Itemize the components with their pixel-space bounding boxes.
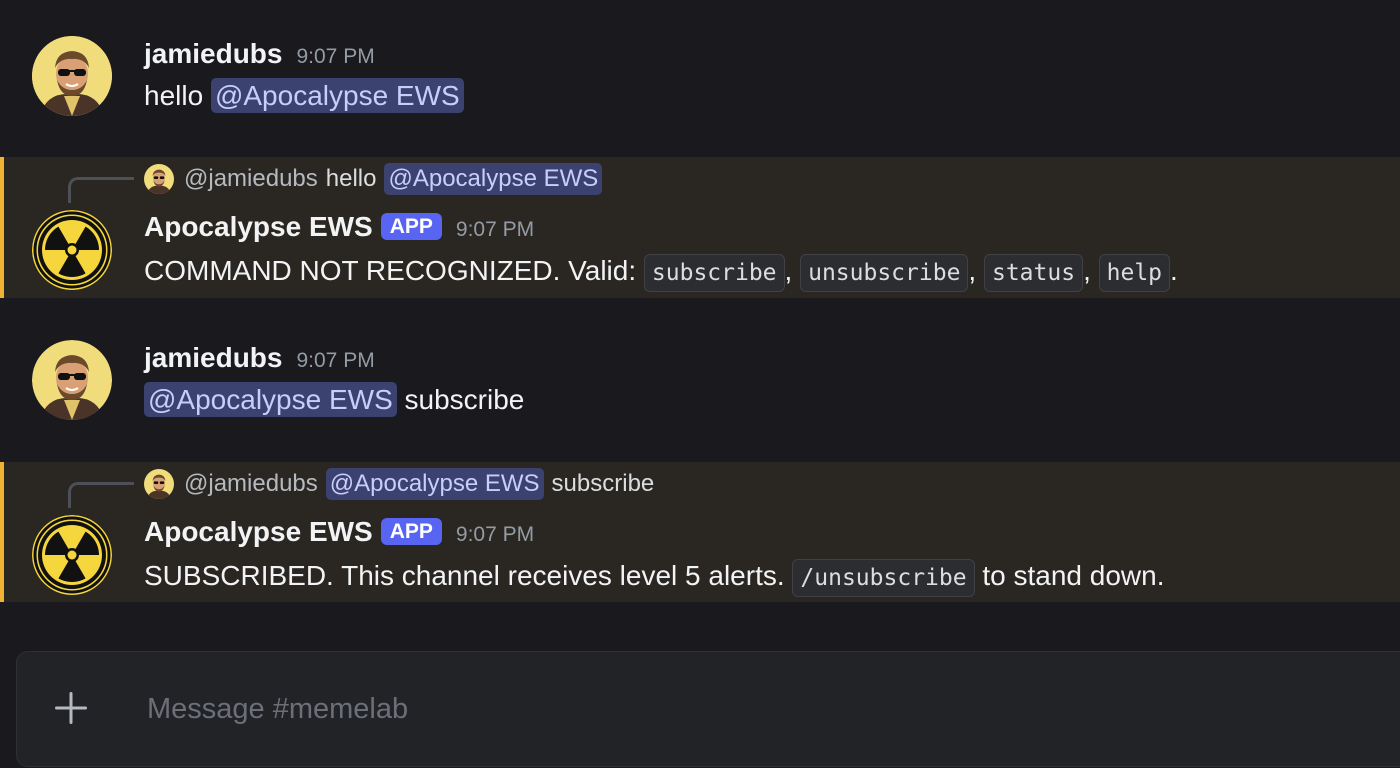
message-composer <box>16 651 1400 767</box>
reply-connector <box>68 482 134 508</box>
reply-mention[interactable]: @Apocalypse EWS <box>384 163 603 195</box>
message-timestamp: 9:07 PM <box>296 349 375 372</box>
radiation-icon <box>32 515 112 595</box>
reply-preview[interactable]: @jamiedubs @Apocalypse EWS subscribe <box>144 468 654 500</box>
message-content: @Apocalypse EWS subscribe <box>144 382 525 417</box>
message: jamiedubs 9:07 PM hello @Apocalypse EWS <box>0 0 1400 155</box>
message-author[interactable]: jamiedubs 9:07 PM <box>144 342 375 374</box>
message-author[interactable]: Apocalypse EWS APP 9:07 PM <box>144 516 534 548</box>
inline-code-unsubscribe: /unsubscribe <box>792 559 975 597</box>
radiation-icon <box>32 210 112 290</box>
reply-connector <box>68 177 134 203</box>
author-name[interactable]: Apocalypse EWS <box>144 211 373 242</box>
avatar-jamiedubs[interactable] <box>32 36 112 116</box>
message-timestamp: 9:07 PM <box>296 45 375 68</box>
message-content: COMMAND NOT RECOGNIZED. Valid: subscribe… <box>144 254 1178 292</box>
separator: , <box>1083 255 1091 286</box>
message-timestamp: 9:07 PM <box>455 523 535 546</box>
terminal-punct: . <box>1170 255 1178 286</box>
avatar-jamiedubs[interactable] <box>32 340 112 420</box>
inline-code-unsubscribe: unsubscribe <box>800 254 969 292</box>
message-text: SUBSCRIBED. This channel receives level … <box>144 560 785 591</box>
inline-code-status: status <box>983 254 1084 292</box>
message-highlighted: @jamiedubs hello @Apocalypse EWS Apocaly… <box>0 157 1400 298</box>
user-mention[interactable]: @Apocalypse EWS <box>210 78 464 113</box>
message-content: hello @Apocalypse EWS <box>144 78 464 113</box>
plus-icon <box>55 692 87 724</box>
message-text: hello <box>144 80 204 111</box>
avatar-apocalypse-ews[interactable] <box>32 210 112 290</box>
author-name[interactable]: Apocalypse EWS <box>144 516 373 547</box>
reply-avatar-jamiedubs <box>144 164 174 194</box>
message-timestamp: 9:07 PM <box>455 218 535 241</box>
message-highlighted: @jamiedubs @Apocalypse EWS subscribe Apo… <box>0 462 1400 602</box>
message-text: subscribe <box>404 384 525 415</box>
user-mention[interactable]: @Apocalypse EWS <box>144 382 397 417</box>
message-author[interactable]: jamiedubs 9:07 PM <box>144 38 375 70</box>
reply-text: hello <box>325 165 377 192</box>
reply-author[interactable]: @jamiedubs <box>184 165 318 193</box>
inline-code-help: help <box>1098 254 1171 292</box>
message-text-suffix: to stand down. <box>982 560 1165 591</box>
reply-avatar-jamiedubs <box>144 469 174 499</box>
separator: , <box>968 255 977 286</box>
reply-text: subscribe <box>551 470 655 497</box>
attach-button[interactable] <box>51 688 91 728</box>
author-name[interactable]: jamiedubs <box>144 38 282 69</box>
reply-author[interactable]: @jamiedubs <box>184 470 318 498</box>
reply-mention[interactable]: @Apocalypse EWS <box>325 468 544 500</box>
chat-messages: jamiedubs 9:07 PM hello @Apocalypse EWS <box>0 0 1400 768</box>
app-badge: APP <box>380 518 442 545</box>
message-content: SUBSCRIBED. This channel receives level … <box>144 559 1165 597</box>
inline-code-subscribe: subscribe <box>643 254 785 292</box>
message-input[interactable] <box>145 682 1299 736</box>
separator: , <box>784 255 793 286</box>
avatar-apocalypse-ews[interactable] <box>32 515 112 595</box>
app-badge: APP <box>380 213 442 240</box>
author-name[interactable]: jamiedubs <box>144 342 282 373</box>
message-text: COMMAND NOT RECOGNIZED. Valid: <box>144 255 637 286</box>
message: jamiedubs 9:07 PM @Apocalypse EWS subscri… <box>0 300 1400 460</box>
reply-preview[interactable]: @jamiedubs hello @Apocalypse EWS <box>144 163 606 195</box>
message-author[interactable]: Apocalypse EWS APP 9:07 PM <box>144 211 534 243</box>
